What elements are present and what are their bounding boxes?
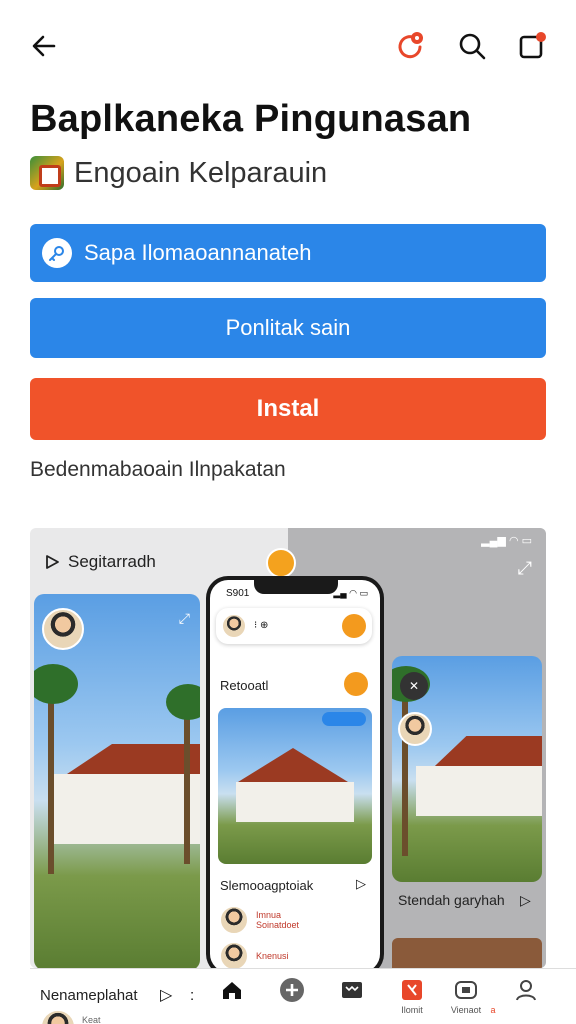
nav-home[interactable] — [212, 977, 252, 1003]
bottom-navigation: Nenameplahat ▷ : Ilomit Vienaot a Keat — [30, 968, 576, 1024]
developer-name: Engoain Kelparauin — [74, 156, 328, 189]
install-button-label: Instal — [256, 395, 320, 422]
avatar — [220, 906, 248, 934]
right-card-caption: Stendah garyhah — [398, 892, 505, 908]
profile-icon — [513, 977, 539, 1003]
key-icon — [42, 238, 72, 268]
phone-list-item-title: Knenusi — [256, 951, 289, 961]
developer-row[interactable]: Engoain Kelparauin — [30, 155, 327, 191]
play-icon[interactable]: ▷ — [356, 876, 366, 892]
developer-logo-icon — [30, 156, 64, 190]
avatar — [40, 1009, 76, 1024]
play-icon[interactable]: ▷ — [520, 892, 531, 909]
avatar — [398, 712, 432, 746]
avatar — [222, 614, 246, 638]
palm-trunk — [402, 686, 408, 856]
phone-screen: S901 ▂▄ ◠ ▭ ⁝ ⊕ Retooatl Slemooagptoiak … — [210, 580, 380, 968]
app-title: Baplkaneka Pingunasan — [30, 98, 472, 140]
description-text: Bedenmabaoain Ilnpakatan — [30, 458, 286, 481]
screenshot-card-right[interactable]: ✕ — [392, 656, 542, 882]
apps-icon — [399, 977, 425, 1003]
video-icon — [453, 977, 479, 1003]
screenshot-gallery[interactable]: Segitarradh ▂▄▆ ◠ ▭ ⤢ ⤢ S901 ▂▄ ◠ ▭ ⁝ ⊕ … — [30, 528, 546, 968]
signal-wifi-battery-icon: ▂▄▆ ◠ ▭ — [481, 535, 532, 547]
top-bar — [0, 0, 576, 90]
palm-trunk — [184, 714, 190, 864]
expand-icon[interactable]: ⤢ — [179, 610, 190, 627]
bottom-left-separator: : — [190, 987, 195, 1004]
phone-list-item[interactable]: Knenusi — [220, 942, 289, 968]
phone-header-icons: ⁝ ⊕ — [254, 620, 269, 631]
orange-badge-icon — [344, 672, 368, 696]
open-button[interactable]: Sapa Ilomaoannanateh — [30, 224, 546, 282]
add-icon — [279, 977, 305, 1003]
install-button[interactable]: Instal — [30, 378, 546, 440]
avatar — [42, 608, 84, 650]
nav-video-label: Vienaot — [450, 1005, 482, 1015]
phone-time: S901 — [226, 588, 250, 599]
house-wall — [236, 782, 354, 822]
play-icon — [46, 555, 59, 569]
phone-status-icons: ▂▄ ◠ ▭ — [333, 588, 368, 598]
library-icon — [339, 977, 365, 1003]
nav-extra-label: a — [488, 1003, 498, 1015]
right-card-thumbnail — [392, 938, 542, 968]
palm-trunk — [48, 684, 54, 874]
nav-apps-label: Ilomit — [401, 1005, 423, 1015]
house-wall — [54, 774, 200, 844]
play-icon[interactable]: ▷ — [160, 985, 172, 1005]
phone-notch — [254, 580, 338, 594]
phone-section-title: Retooatl — [220, 678, 269, 693]
notification-icon[interactable] — [392, 28, 428, 64]
home-icon — [219, 977, 245, 1003]
secondary-button-label: Ponlitak sain — [225, 315, 351, 340]
photo-chip — [322, 712, 366, 726]
gallery-label-text: Segitarradh — [68, 552, 156, 571]
nav-library[interactable] — [332, 977, 372, 1003]
arrow-left-icon[interactable] — [26, 28, 62, 64]
house-wall — [416, 766, 542, 816]
bottom-left-label: Nenameplahat — [40, 987, 138, 1004]
share-icon[interactable] — [514, 28, 550, 64]
phone-header-card: ⁝ ⊕ — [216, 608, 372, 644]
phone-mockup: S901 ▂▄ ◠ ▭ ⁝ ⊕ Retooatl Slemooagptoiak … — [206, 576, 384, 968]
open-button-label: Sapa Ilomaoannanateh — [84, 240, 312, 265]
nav-video[interactable]: Vienaot — [446, 977, 486, 1015]
phone-photo — [218, 708, 372, 864]
bottom-small-label: Keat — [82, 1015, 101, 1024]
close-icon[interactable]: ✕ — [400, 672, 428, 700]
phone-list-item-subtitle: Soinatdoet — [256, 920, 300, 930]
gallery-label: Segitarradh — [44, 552, 156, 572]
phone-list-item-title: Imnua — [256, 910, 282, 920]
nav-apps[interactable]: Ilomit — [392, 977, 432, 1015]
orange-badge-icon — [342, 614, 366, 638]
expand-icon[interactable]: ⤢ — [518, 558, 532, 579]
phone-list-item[interactable]: Imnua Soinatdoet — [220, 906, 299, 934]
nav-profile[interactable] — [506, 977, 546, 1003]
screenshot-card-left[interactable]: ⤢ — [34, 594, 200, 968]
nav-add[interactable] — [272, 977, 312, 1003]
orange-badge-icon — [266, 548, 296, 578]
nav-extra-text: a — [490, 1005, 496, 1015]
search-icon[interactable] — [454, 28, 490, 64]
avatar — [220, 942, 248, 968]
phone-caption: Slemooagptoiak — [220, 878, 314, 893]
secondary-button[interactable]: Ponlitak sain — [30, 298, 546, 358]
